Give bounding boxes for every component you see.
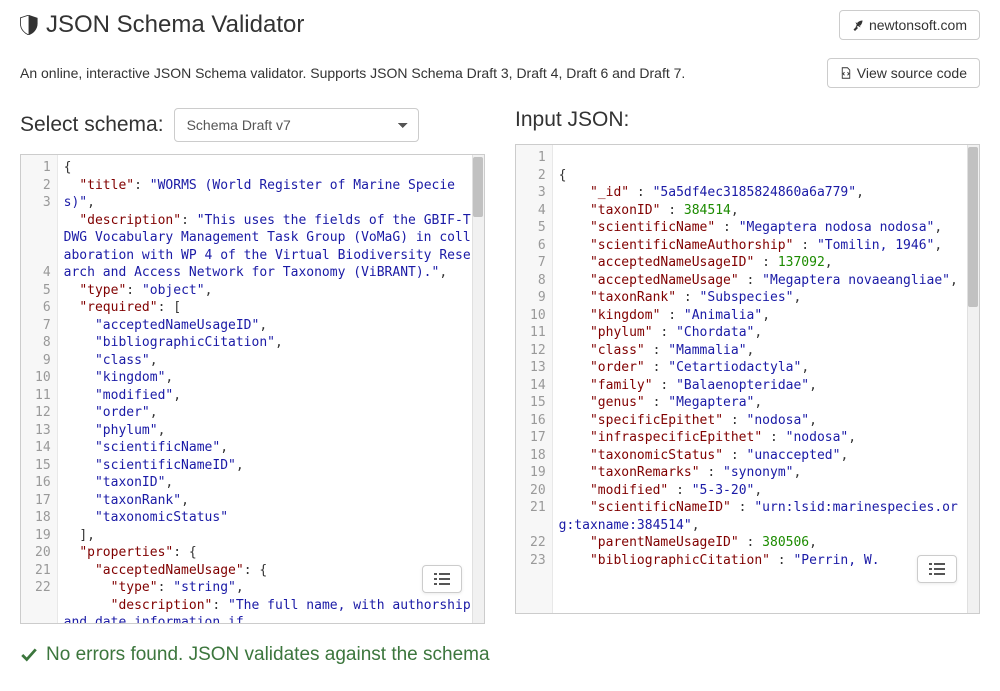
json-toolbar-button[interactable] xyxy=(917,555,957,583)
schema-scrollbar[interactable] xyxy=(472,155,484,623)
rocket-icon xyxy=(852,19,864,31)
json-scrollbar[interactable] xyxy=(967,145,979,613)
newtonsoft-label: newtonsoft.com xyxy=(869,17,967,33)
json-column: Input JSON: 1 2 3 4 5 6 7 8 9 10 11 12 1… xyxy=(515,108,980,624)
main-columns: Select schema: Schema Draft v3Schema Dra… xyxy=(20,108,980,624)
input-json-label: Input JSON: xyxy=(515,108,629,132)
list-icon xyxy=(434,573,450,585)
view-source-button[interactable]: View source code xyxy=(827,58,980,88)
validation-result: No errors found. JSON validates against … xyxy=(20,644,980,666)
description-text: An online, interactive JSON Schema valid… xyxy=(20,65,685,81)
schema-select[interactable]: Schema Draft v3Schema Draft v4Schema Dra… xyxy=(174,108,419,142)
description-row: An online, interactive JSON Schema valid… xyxy=(20,58,980,88)
schema-scrollbar-thumb[interactable] xyxy=(473,157,483,217)
schema-editor[interactable]: 1 2 3 4 5 6 7 8 9 10 11 12 13 14 15 16 1… xyxy=(20,154,485,624)
json-editor[interactable]: 1 2 3 4 5 6 7 8 9 10 11 12 13 14 15 16 1… xyxy=(515,144,980,614)
file-code-icon xyxy=(840,67,852,79)
check-icon xyxy=(20,646,38,664)
schema-code-area[interactable]: { "title": "WORMS (World Register of Mar… xyxy=(58,155,484,623)
shield-icon xyxy=(20,15,38,35)
header-row: JSON Schema Validator newtonsoft.com xyxy=(20,10,980,40)
validation-result-text: No errors found. JSON validates against … xyxy=(46,644,490,666)
schema-gutter: 1 2 3 4 5 6 7 8 9 10 11 12 13 14 15 16 1… xyxy=(21,155,58,623)
select-schema-label: Select schema: xyxy=(20,113,164,137)
page-title: JSON Schema Validator xyxy=(46,11,304,39)
schema-column: Select schema: Schema Draft v3Schema Dra… xyxy=(20,108,485,624)
json-gutter: 1 2 3 4 5 6 7 8 9 10 11 12 13 14 15 16 1… xyxy=(516,145,553,613)
json-code-area[interactable]: { "_id" : "5a5df4ec3185824860a6a779", "t… xyxy=(553,145,979,613)
list-icon xyxy=(929,563,945,575)
input-json-header: Input JSON: xyxy=(515,108,980,132)
title-block: JSON Schema Validator xyxy=(20,11,304,39)
json-scrollbar-thumb[interactable] xyxy=(968,147,978,307)
schema-toolbar-button[interactable] xyxy=(422,565,462,593)
app-root: JSON Schema Validator newtonsoft.com An … xyxy=(0,0,1000,691)
newtonsoft-link[interactable]: newtonsoft.com xyxy=(839,10,980,40)
schema-select-row: Select schema: Schema Draft v3Schema Dra… xyxy=(20,108,485,142)
view-source-label: View source code xyxy=(857,65,967,81)
